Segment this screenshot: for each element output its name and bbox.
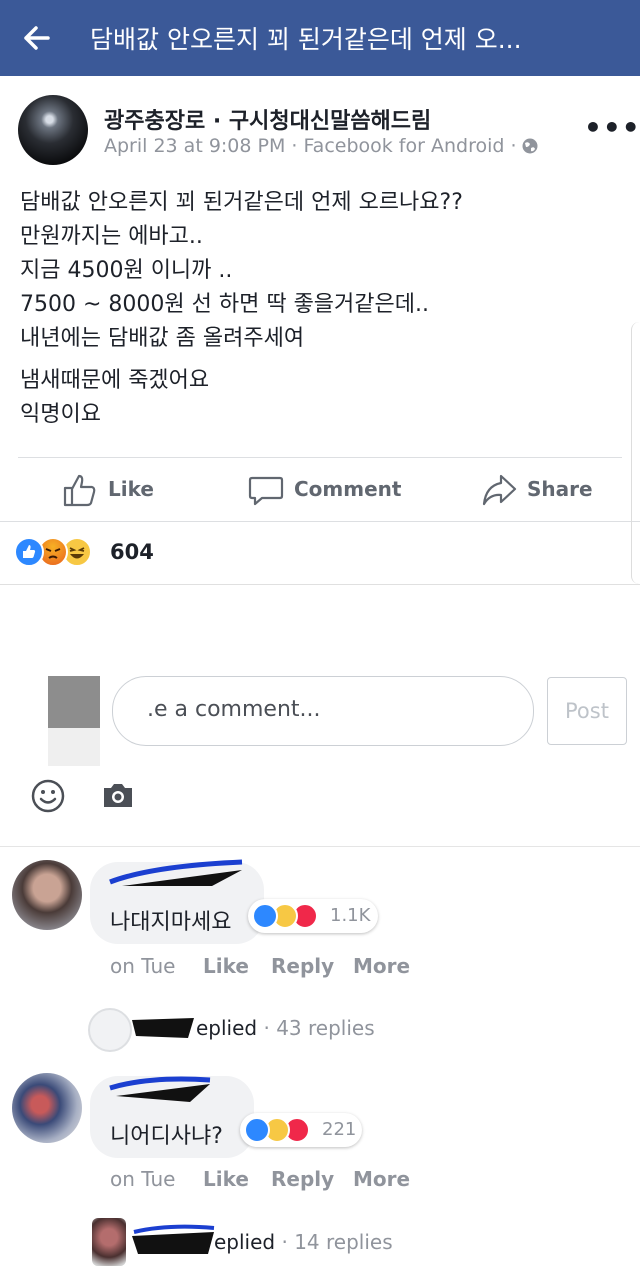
post-line: 냄새때문에 죽겠어요 <box>20 368 210 393</box>
post-line: 7500 ~ 8000원 선 하면 딱 좋을거같은데.. <box>20 292 429 317</box>
comment-reply-link[interactable]: Reply <box>271 954 334 978</box>
comment-reaction-count: 1.1K <box>330 905 371 926</box>
share-arrow-icon <box>482 474 517 506</box>
redacted-name <box>132 1018 194 1038</box>
reaction-count: 604 <box>110 540 154 564</box>
post-line: 내년에는 담배값 좀 올려주세여 <box>20 326 305 351</box>
commenter-avatar[interactable] <box>12 860 82 930</box>
post-button[interactable]: Post <box>547 677 627 745</box>
divider <box>0 846 640 847</box>
post-meta: April 23 at 9:08 PM · Facebook for Andro… <box>104 135 539 157</box>
post-line: 담배값 안오른지 꾀 된거같은데 언제 오르나요?? <box>20 190 463 215</box>
camera-icon[interactable] <box>102 781 134 809</box>
post-line: 익명이요 <box>20 402 101 427</box>
comment-text: 나대지마세요 <box>110 910 232 935</box>
like-reaction-icon <box>14 537 44 567</box>
more-options-icon[interactable]: ••• <box>584 111 640 144</box>
post-timestamp[interactable]: April 23 at 9:08 PM · Facebook for Andro… <box>104 135 517 157</box>
like-label: Like <box>108 477 154 501</box>
page-title: 담배값 안오른지 꾀 된거같은데 언제 오... <box>90 25 522 54</box>
replied-label: eplied <box>196 1016 258 1040</box>
replied-label: eplied <box>214 1230 276 1254</box>
comment-bubble-icon <box>248 476 284 506</box>
share-button[interactable]: Share <box>481 472 593 508</box>
comment-text: 니어디사냐? <box>110 1124 223 1149</box>
section-gap <box>0 584 640 661</box>
like-button[interactable]: Like <box>62 472 162 508</box>
thumbs-up-icon <box>63 474 96 507</box>
like-reaction-icon <box>252 903 278 929</box>
top-bar: 담배값 안오른지 꾀 된거같은데 언제 오... <box>0 0 640 76</box>
post-line: 만원까지는 에바고.. <box>20 224 203 249</box>
reply-count: · 43 replies <box>257 1016 375 1040</box>
scroll-edge <box>631 322 640 584</box>
redacted-name <box>109 1076 211 1102</box>
author-avatar[interactable] <box>18 95 88 165</box>
comment-like-link[interactable]: Like <box>203 1167 249 1191</box>
emoji-icon[interactable] <box>30 778 66 814</box>
back-arrow-icon[interactable] <box>18 20 54 56</box>
comment-like-link[interactable]: Like <box>203 954 249 978</box>
reply-avatar <box>88 1008 132 1052</box>
divider <box>18 457 622 458</box>
view-replies-link[interactable]: eplied · 14 replies <box>214 1230 393 1254</box>
like-reaction-icon <box>244 1117 270 1143</box>
comment-label: Comment <box>294 477 402 501</box>
user-avatar <box>48 676 100 766</box>
comment-reply-link[interactable]: Reply <box>271 1167 334 1191</box>
share-label: Share <box>527 477 593 501</box>
commenter-avatar[interactable] <box>12 1073 82 1143</box>
comment-more-link[interactable]: More <box>353 954 410 978</box>
comment-time: on Tue <box>110 1167 176 1191</box>
reply-count: · 14 replies <box>275 1230 393 1254</box>
reply-avatar <box>92 1218 126 1266</box>
view-replies-link[interactable]: eplied · 43 replies <box>196 1016 375 1040</box>
post-body: 담배값 안오른지 꾀 된거같은데 언제 오르나요?? 만원까지는 에바고.. 지… <box>20 186 620 432</box>
comment-reactions[interactable]: 1.1K <box>248 899 378 933</box>
comment-time: on Tue <box>110 954 176 978</box>
redacted-name <box>109 859 243 886</box>
post-author[interactable]: 광주충장로 · 구시청대신말씀해드림 <box>104 103 431 135</box>
globe-icon <box>522 138 538 154</box>
comment-button[interactable]: Comment <box>248 472 402 508</box>
comment-reactions[interactable]: 221 <box>240 1113 362 1147</box>
comment-more-link[interactable]: More <box>353 1167 410 1191</box>
comment-placeholder: .e a comment... <box>147 697 321 722</box>
redacted-name <box>132 1224 215 1254</box>
post-line: 지금 4500원 이니까 .. <box>20 258 233 283</box>
divider <box>0 521 640 522</box>
comment-reaction-count: 221 <box>322 1119 357 1140</box>
comment-input[interactable]: .e a comment... <box>112 676 534 746</box>
